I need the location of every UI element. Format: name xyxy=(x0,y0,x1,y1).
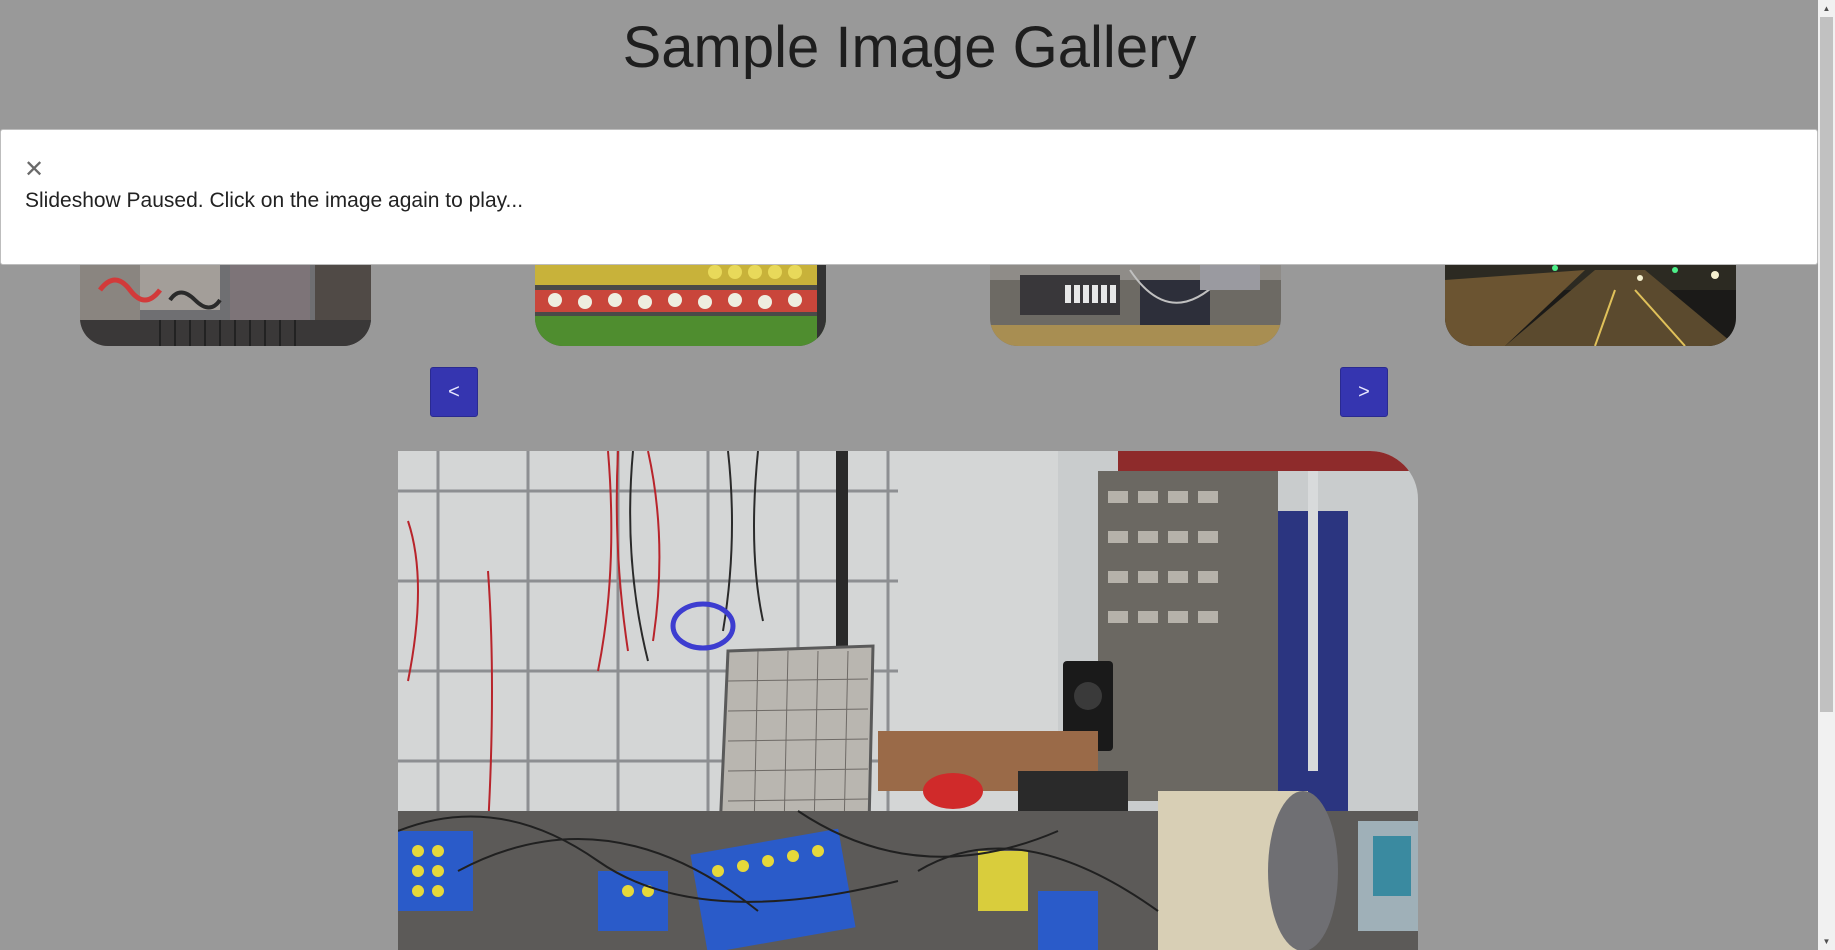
main-image[interactable] xyxy=(398,451,1418,950)
scroll-down-icon[interactable]: ▼ xyxy=(1818,933,1835,950)
notice-message: Slideshow Paused. Click on the image aga… xyxy=(25,189,524,212)
prev-button[interactable]: < xyxy=(430,367,478,417)
page-scrollbar[interactable]: ▲ ▼ xyxy=(1818,0,1835,950)
page-title: Sample Image Gallery xyxy=(622,15,1197,80)
scrollbar-thumb[interactable] xyxy=(1820,17,1833,712)
next-button[interactable]: > xyxy=(1340,367,1388,417)
close-icon[interactable]: ✕ xyxy=(24,158,44,182)
scroll-up-icon[interactable]: ▲ xyxy=(1818,0,1835,17)
